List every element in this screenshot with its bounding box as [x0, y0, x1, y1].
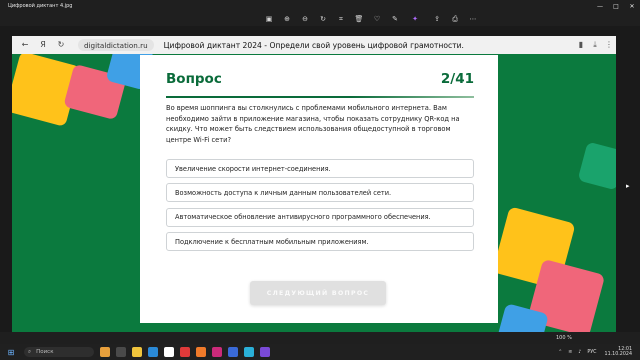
photo-canvas: ← Я ↻ digitaldictation.ru Цифровой дикта…: [0, 26, 628, 332]
windows-start-icon[interactable]: ⊞: [4, 348, 18, 357]
picture-icon[interactable]: ▣: [264, 14, 274, 24]
decor-square-teal: [577, 141, 616, 191]
rotate-icon[interactable]: ↻: [318, 14, 328, 24]
photos-icon[interactable]: [228, 347, 238, 357]
clock[interactable]: 12:01 11.10.2024: [605, 347, 632, 357]
url-field[interactable]: digitaldictation.ru: [78, 39, 154, 51]
media-app-icon[interactable]: [212, 347, 222, 357]
wifi-icon[interactable]: ≋: [568, 350, 572, 355]
zoom-in-icon[interactable]: ⊕: [282, 14, 292, 24]
file-explorer-icon[interactable]: [132, 347, 142, 357]
edit-icon[interactable]: ✎: [390, 14, 400, 24]
delete-icon[interactable]: 🗑: [354, 14, 364, 24]
firefox-icon[interactable]: [196, 347, 206, 357]
question-counter: 2/41: [440, 71, 474, 87]
answer-option[interactable]: Подключение к бесплатным мобильным прило…: [166, 232, 474, 252]
search-icon: ⌕: [28, 348, 32, 355]
window-title: Цифровой диктант 4.jpg: [8, 3, 73, 9]
answer-option[interactable]: Возможность доступа к личным данным поль…: [166, 183, 474, 203]
share-icon[interactable]: ⇪: [432, 14, 442, 24]
next-question-button[interactable]: СЛЕДУЮЩИЙ ВОПРОС: [250, 281, 386, 305]
taskbar: ⊞ ⌕ Поиск ⌃ ≋ ♪ РУС 12:01 11.10.2024: [0, 344, 640, 360]
zoom-level[interactable]: 100 %: [556, 335, 572, 341]
page-title: Цифровой диктант 2024 - Определи свой ур…: [163, 40, 464, 50]
crop-icon[interactable]: ⌗: [336, 14, 346, 24]
close-button[interactable]: ✕: [624, 3, 640, 10]
answer-options: Увеличение скорости интернет-соединения.…: [166, 159, 474, 257]
viewer-status-bar: 100 %: [0, 332, 640, 344]
search-placeholder: Поиск: [36, 349, 54, 355]
quiz-card: Вопрос 2/41 Во время шоппинга вы столкну…: [140, 55, 498, 323]
taskbar-search[interactable]: ⌕ Поиск: [24, 347, 94, 357]
yandex-icon[interactable]: Я: [38, 40, 48, 50]
yandex-browser-icon[interactable]: [180, 347, 190, 357]
system-tray: ⌃ ≋ ♪ РУС 12:01 11.10.2024: [552, 347, 640, 357]
maximize-button[interactable]: □: [608, 3, 624, 10]
google-chrome-icon[interactable]: [164, 347, 174, 357]
download-icon[interactable]: ⤓: [588, 40, 602, 50]
answer-option[interactable]: Автоматическое обновление антивирусного …: [166, 207, 474, 227]
zoom-out-icon[interactable]: ⊖: [300, 14, 310, 24]
tray-chevron-icon[interactable]: ⌃: [558, 350, 562, 355]
question-text: Во время шоппинга вы столкнулись с пробл…: [166, 104, 460, 144]
reload-icon[interactable]: ↻: [56, 40, 66, 50]
store-icon[interactable]: [244, 347, 254, 357]
url-host: digitaldictation.ru: [84, 40, 148, 50]
app-icon[interactable]: [260, 347, 270, 357]
magic-icon[interactable]: ✦: [410, 14, 420, 24]
language-indicator[interactable]: РУС: [587, 350, 596, 355]
heading-divider: [166, 96, 474, 98]
mouse-cursor-icon: ▸: [626, 182, 630, 190]
minimize-button[interactable]: —: [592, 3, 608, 10]
bookmark-icon[interactable]: ▮: [574, 40, 588, 50]
edge-icon[interactable]: [148, 347, 158, 357]
menu-icon[interactable]: ⋮: [602, 40, 616, 50]
widget-icon[interactable]: [100, 347, 110, 357]
browser-address-bar: ← Я ↻ digitaldictation.ru Цифровой дикта…: [12, 36, 616, 54]
back-icon[interactable]: ←: [20, 40, 30, 50]
print-icon[interactable]: ⎙: [450, 14, 460, 24]
answer-option[interactable]: Увеличение скорости интернет-соединения.: [166, 159, 474, 178]
volume-icon[interactable]: ♪: [578, 350, 581, 355]
more-icon[interactable]: ⋯: [468, 14, 478, 24]
clock-date: 11.10.2024: [604, 352, 632, 357]
viewer-title-bar: Цифровой диктант 4.jpg — □ ✕: [0, 0, 640, 12]
viewer-right-edge: [628, 26, 640, 332]
taskbar-apps: [100, 347, 276, 357]
favorite-icon[interactable]: ♡: [372, 14, 382, 24]
quiz-heading: Вопрос: [166, 71, 222, 87]
viewer-toolbar: ▣ ⊕ ⊖ ↻ ⌗ 🗑 ♡ ✎ ✦ ⇪ ⎙ ⋯: [0, 12, 640, 26]
browser-screenshot: ← Я ↻ digitaldictation.ru Цифровой дикта…: [12, 36, 616, 332]
task-view-icon[interactable]: [116, 347, 126, 357]
